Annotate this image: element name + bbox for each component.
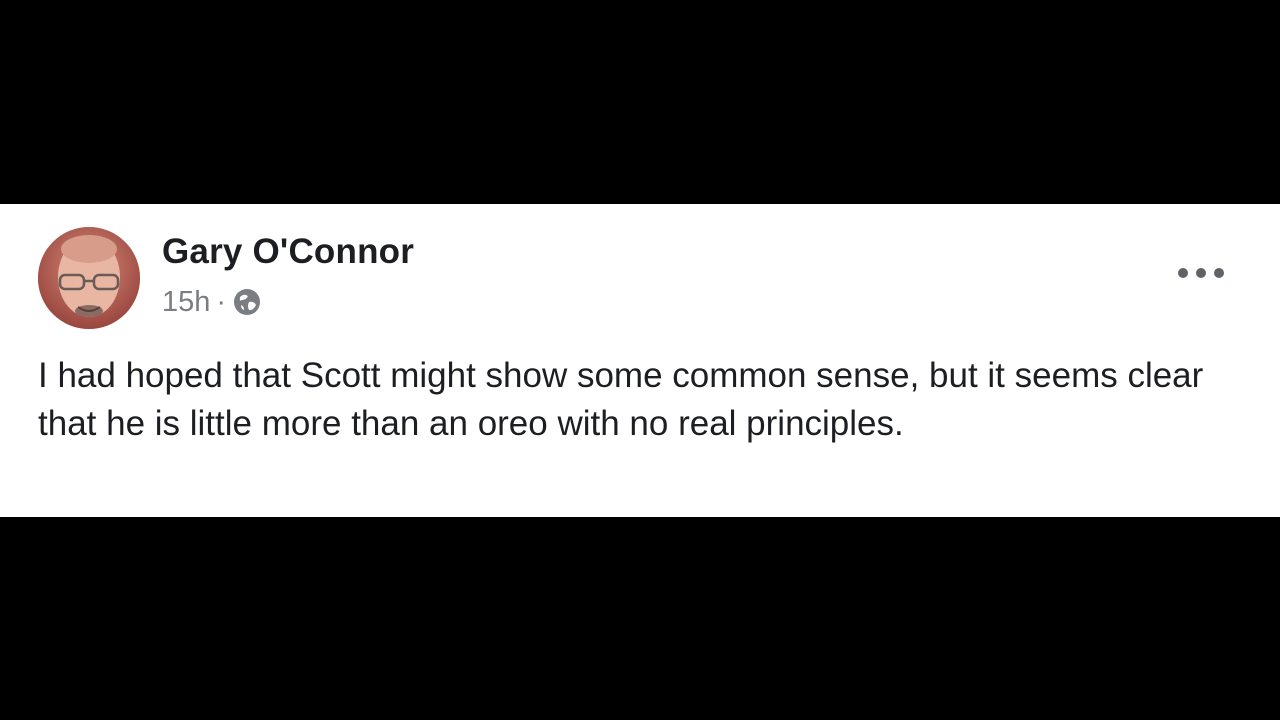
post-body-text: I had hoped that Scott might show some c…	[38, 356, 1204, 443]
author-name[interactable]: Gary O'Connor	[162, 232, 414, 272]
more-options-dot	[1196, 268, 1206, 278]
post-timestamp[interactable]: 15h	[162, 286, 210, 319]
globe-icon[interactable]	[232, 287, 262, 317]
post-card: Gary O'Connor 15h · I had hoped that Sco…	[0, 204, 1280, 517]
post-meta: 15h ·	[162, 284, 262, 320]
more-options-icon[interactable]	[1178, 262, 1224, 284]
screenshot-frame: Gary O'Connor 15h · I had hoped that Sco…	[0, 0, 1280, 720]
more-options-dot	[1214, 268, 1224, 278]
author-avatar[interactable]	[38, 227, 140, 329]
more-options-dot	[1178, 268, 1188, 278]
meta-separator: ·	[216, 285, 227, 318]
